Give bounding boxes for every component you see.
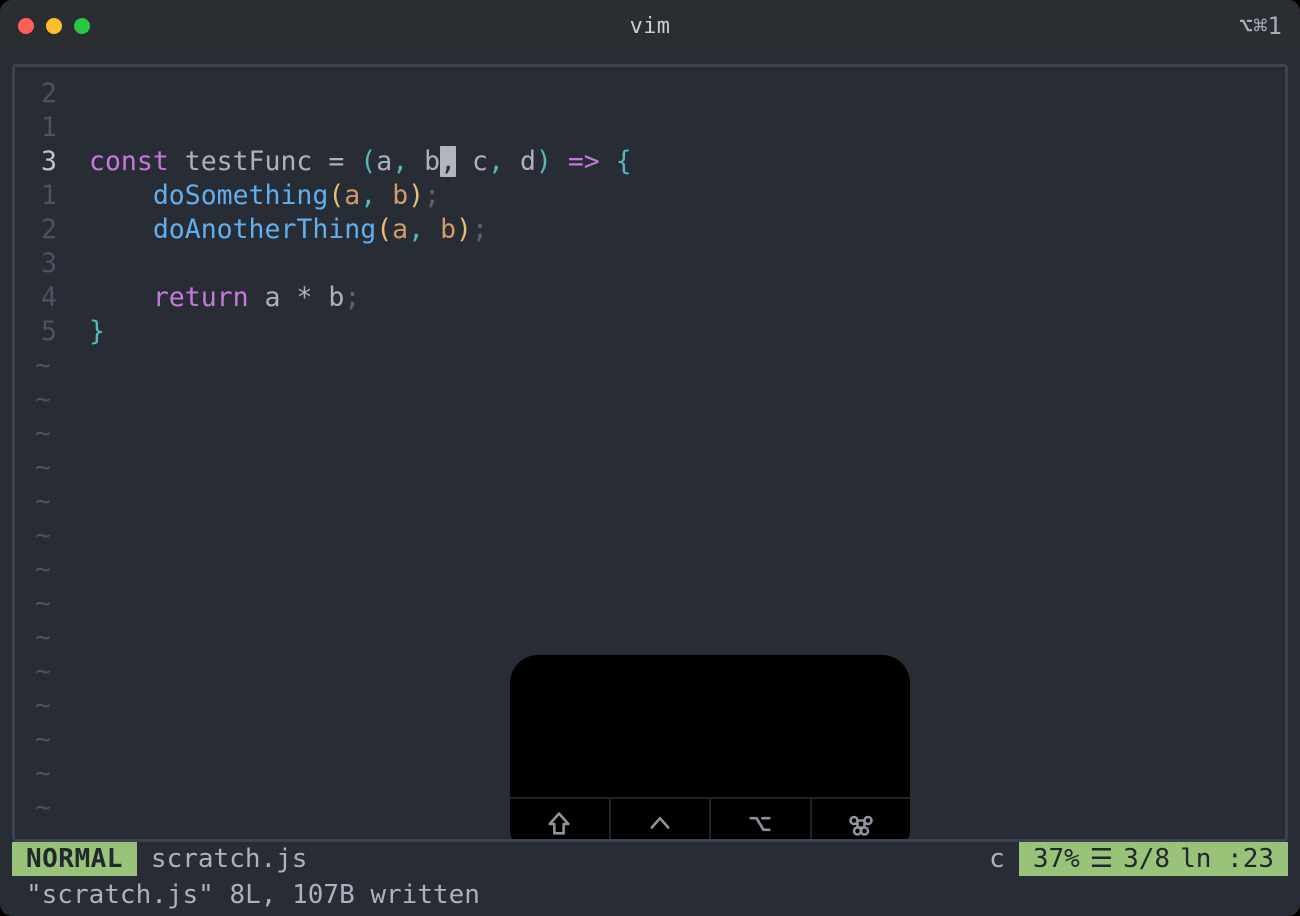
shift-key-icon [510, 799, 609, 842]
titlebar: vim ⌥⌘1 [0, 0, 1300, 52]
empty-line-marker: ~ [15, 587, 1285, 621]
code-line: 1 [15, 111, 1285, 145]
mode-indicator: NORMAL [12, 842, 137, 876]
code-line: 2 doAnotherThing(a, b); [15, 213, 1285, 247]
window-title: vim [630, 14, 671, 39]
code-line: 2 [15, 77, 1285, 111]
line-number: 2 [15, 213, 75, 247]
empty-line-marker: ~ [15, 383, 1285, 417]
empty-line-marker: ~ [15, 621, 1285, 655]
code-content: doSomething(a, b); [75, 179, 440, 213]
status-pending-key: c [989, 842, 1019, 876]
line-number: 3 [15, 145, 75, 179]
line-number: 1 [15, 111, 75, 145]
control-key-icon [609, 799, 710, 842]
line-number: 3 [15, 247, 75, 281]
traffic-lights [18, 18, 90, 34]
empty-line-marker: ~ [15, 417, 1285, 451]
code-content: } [75, 315, 105, 349]
line-number: 2 [15, 77, 75, 111]
empty-line-marker: ~ [15, 553, 1285, 587]
code-line: 5} [15, 315, 1285, 349]
line-number: 1 [15, 179, 75, 213]
empty-line-marker: ~ [15, 451, 1285, 485]
lines-icon: ☰ [1090, 846, 1113, 872]
status-column: ln :23 [1180, 842, 1274, 876]
status-position: 3/8 [1123, 842, 1170, 876]
minimize-icon[interactable] [46, 18, 62, 34]
empty-line-marker: ~ [15, 519, 1285, 553]
code-line: 3const testFunc = (a, b, c, d) => { [15, 145, 1285, 179]
code-content: return a * b; [75, 281, 360, 315]
empty-line-marker: ~ [15, 485, 1285, 519]
code-line: 1 doSomething(a, b); [15, 179, 1285, 213]
empty-line-marker: ~ [15, 349, 1285, 383]
code-line: 3 [15, 247, 1285, 281]
line-number: 4 [15, 281, 75, 315]
code-content: doAnotherThing(a, b); [75, 213, 488, 247]
maximize-icon[interactable] [74, 18, 90, 34]
keycastr-overlay [510, 655, 910, 842]
code-content [75, 247, 89, 281]
keycastr-modifier-row [510, 797, 910, 842]
status-percent: 37% [1033, 842, 1080, 876]
option-key-icon [709, 799, 810, 842]
line-number: 5 [15, 315, 75, 349]
code-content [75, 77, 89, 111]
app-window: vim ⌥⌘1 213const testFunc = (a, b, c, d)… [0, 0, 1300, 916]
editor[interactable]: 213const testFunc = (a, b, c, d) => {1 d… [12, 64, 1288, 842]
titlebar-shortcut: ⌥⌘1 [1239, 12, 1282, 40]
editor-wrap: 213const testFunc = (a, b, c, d) => {1 d… [0, 52, 1300, 916]
status-right: 37% ☰ 3/8 ln :23 [1019, 842, 1288, 876]
command-line: "scratch.js" 8L, 107B written [12, 876, 1288, 916]
code-content [75, 111, 89, 145]
command-key-icon [810, 799, 911, 842]
code-line: 4 return a * b; [15, 281, 1285, 315]
status-filename: scratch.js [137, 842, 308, 876]
keycastr-body [510, 655, 910, 797]
status-line: NORMAL scratch.js c 37% ☰ 3/8 ln :23 [12, 842, 1288, 876]
close-icon[interactable] [18, 18, 34, 34]
code-content: const testFunc = (a, b, c, d) => { [75, 145, 632, 179]
